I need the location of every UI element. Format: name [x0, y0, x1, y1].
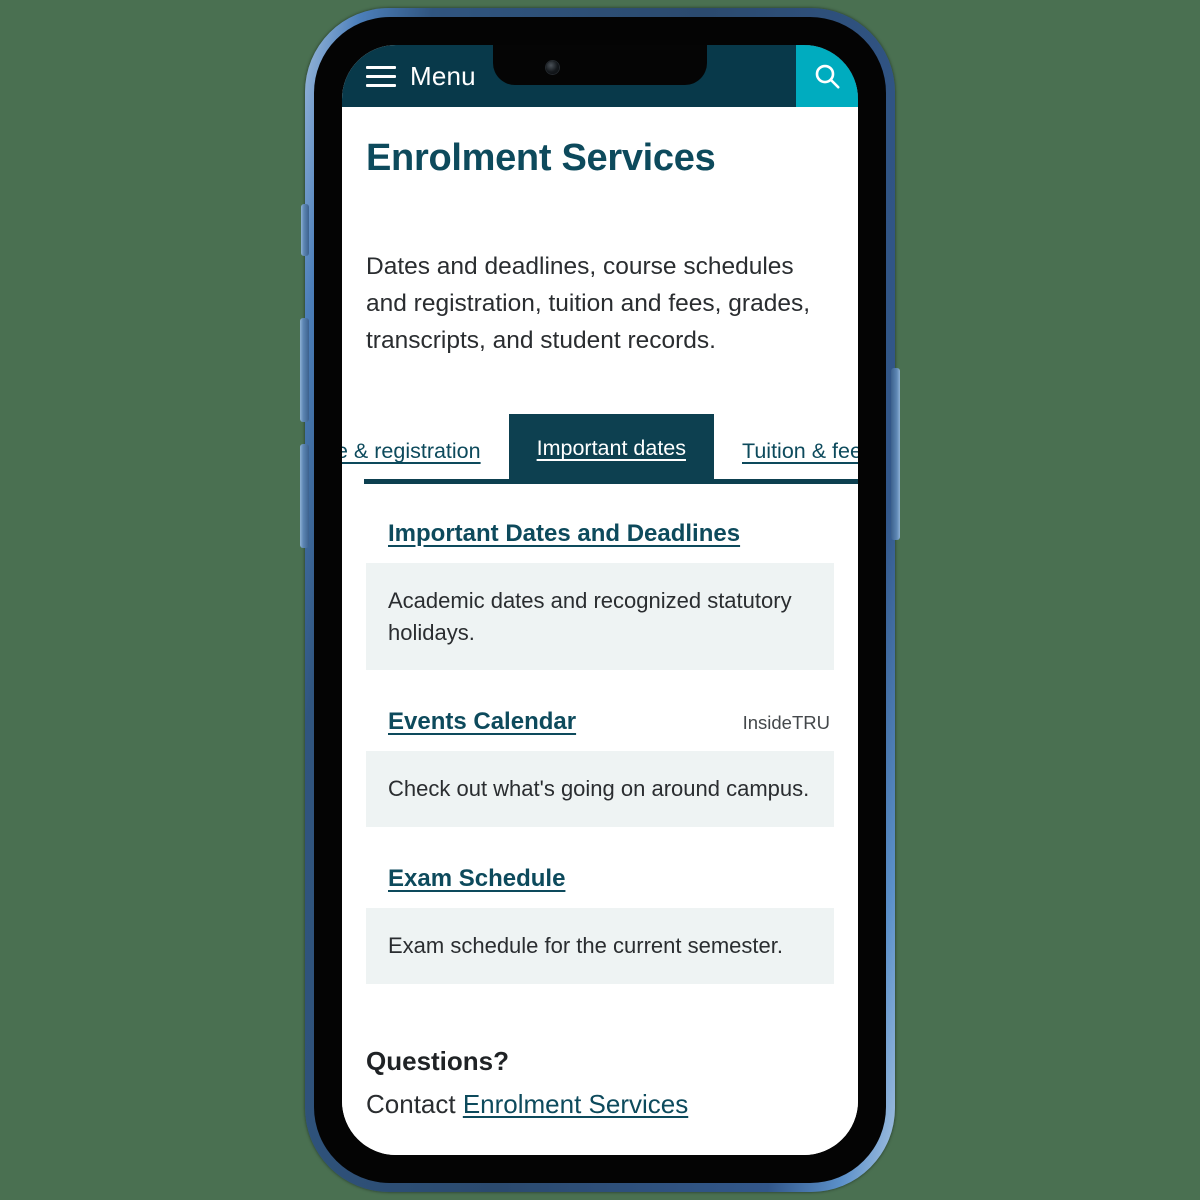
- list-item-header: Important Dates and Deadlines: [366, 520, 834, 548]
- tab-courses-and-registration[interactable]: e & registration: [342, 420, 509, 484]
- tab-tuition-and-fees[interactable]: Tuition & fees: [714, 420, 858, 484]
- volume-up-button[interactable]: [300, 318, 309, 422]
- list-item: Important Dates and Deadlines Academic d…: [366, 520, 834, 671]
- menu-button-label: Menu: [410, 60, 476, 91]
- tab-label: Tuition & fees: [742, 439, 858, 464]
- list-item-header: Events Calendar InsideTRU: [366, 708, 834, 736]
- resource-list: Important Dates and Deadlines Academic d…: [342, 520, 858, 985]
- list-item-header: Exam Schedule: [366, 865, 834, 893]
- footer-heading: Questions?: [366, 1046, 510, 1077]
- search-icon: [815, 64, 840, 89]
- phone-screen: Menu Enrolment Services Dates and deadli…: [342, 45, 858, 1155]
- footer-contact-link[interactable]: Enrolment Services: [463, 1089, 688, 1119]
- resource-link-exam-schedule[interactable]: Exam Schedule: [388, 865, 565, 893]
- resource-description: Check out what's going on around campus.: [366, 751, 834, 828]
- page-intro-text: Dates and deadlines, course schedules an…: [366, 253, 811, 355]
- tab-bar-underline: [364, 478, 858, 484]
- footer-contact-line: Contact Enrolment Services: [366, 1089, 834, 1120]
- tab-important-dates[interactable]: Important dates: [508, 413, 714, 484]
- phone-bezel: Menu Enrolment Services Dates and deadli…: [314, 17, 886, 1183]
- footer-contact-prefix: Contact: [366, 1089, 463, 1120]
- search-button[interactable]: [796, 45, 858, 107]
- phone-frame: Menu Enrolment Services Dates and deadli…: [300, 8, 900, 1192]
- list-item: Exam Schedule Exam schedule for the curr…: [366, 865, 834, 985]
- power-button[interactable]: [891, 368, 900, 540]
- tab-label: e & registration: [342, 439, 481, 464]
- page-content: Enrolment Services Dates and deadlines, …: [342, 107, 858, 1155]
- menu-button[interactable]: Menu: [342, 45, 476, 107]
- resource-description: Academic dates and recognized statutory …: [366, 562, 834, 671]
- list-item: Events Calendar InsideTRU Check out what…: [366, 708, 834, 828]
- page-title: Enrolment Services: [366, 137, 716, 179]
- resource-description: Exam schedule for the current semester.: [366, 908, 834, 985]
- display-notch: [493, 45, 707, 85]
- front-camera-icon: [545, 60, 559, 74]
- resource-link-important-dates[interactable]: Important Dates and Deadlines: [388, 520, 740, 548]
- resource-link-events-calendar[interactable]: Events Calendar: [388, 708, 576, 736]
- hamburger-icon: [366, 65, 396, 87]
- volume-down-button[interactable]: [300, 444, 309, 548]
- page-footer: Questions? Contact Enrolment Services: [342, 984, 858, 1120]
- resource-source-label: InsideTRU: [742, 712, 830, 734]
- mute-switch-button[interactable]: [301, 204, 309, 256]
- tab-label: Important dates: [536, 436, 686, 461]
- tab-bar: e & registration Important dates Tuition…: [342, 412, 858, 484]
